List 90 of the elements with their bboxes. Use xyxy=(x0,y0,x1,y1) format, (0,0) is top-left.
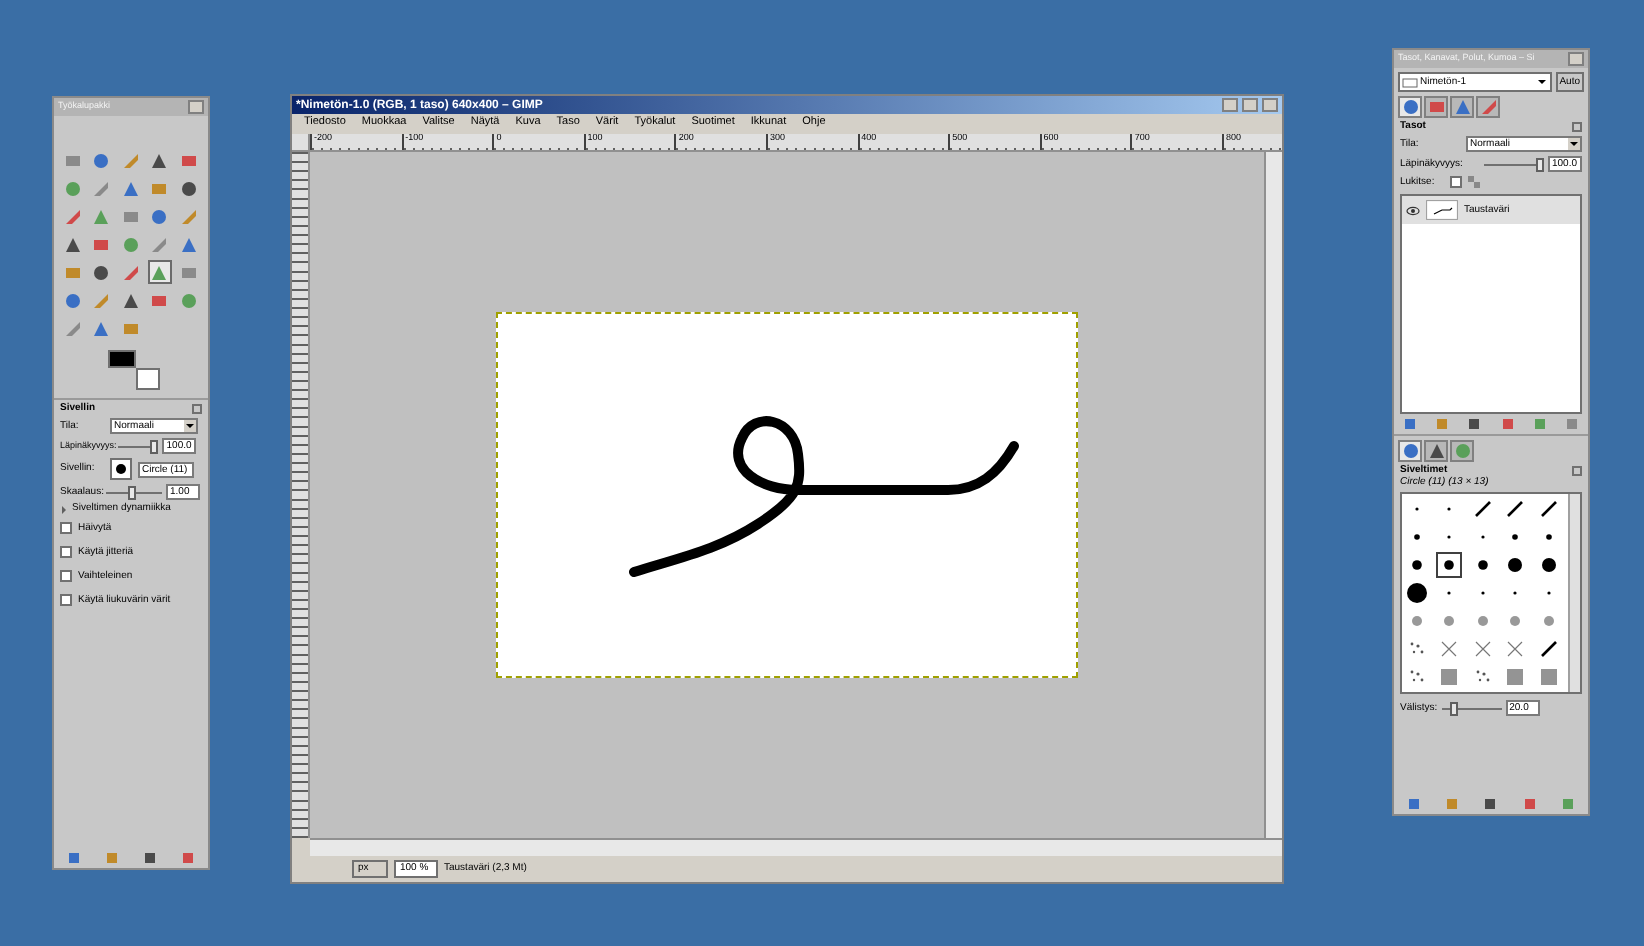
panel-menu-button[interactable] xyxy=(1572,122,1582,132)
dock-tab[interactable] xyxy=(1424,440,1448,462)
horizontal-scrollbar[interactable] xyxy=(310,838,1282,856)
brush-icon xyxy=(1471,498,1494,520)
dock-tab[interactable] xyxy=(1450,96,1474,118)
checkbox[interactable] xyxy=(60,546,72,558)
slider-thumb[interactable] xyxy=(1536,157,1544,171)
background-color-swatch[interactable] xyxy=(136,368,160,390)
brush-icon xyxy=(1537,666,1560,688)
dropdown-arrow-icon xyxy=(184,420,196,432)
tool-button[interactable] xyxy=(60,288,84,312)
square-icon xyxy=(1468,418,1481,430)
brush-icon xyxy=(1438,638,1461,660)
close-button[interactable] xyxy=(1262,98,1278,112)
square-icon xyxy=(1407,798,1420,810)
square-icon xyxy=(1446,798,1459,810)
brush-swatch[interactable] xyxy=(1502,664,1529,690)
close-button[interactable] xyxy=(188,100,204,114)
dock-tab[interactable] xyxy=(1398,96,1422,118)
brush-icon xyxy=(1471,638,1494,660)
square-icon xyxy=(1436,418,1449,430)
panel-action-button[interactable] xyxy=(65,850,82,866)
brush-icon xyxy=(1438,666,1461,688)
panel-action-button[interactable] xyxy=(1405,796,1422,812)
square-icon xyxy=(144,852,157,864)
brush-icon xyxy=(1504,638,1527,660)
brush-preview[interactable] xyxy=(110,458,132,480)
brush-swatch[interactable] xyxy=(1436,664,1463,690)
slider-thumb[interactable] xyxy=(150,439,159,453)
panel-menu-button[interactable] xyxy=(1572,466,1582,476)
dock-tab[interactable] xyxy=(1476,96,1500,118)
lock-checkbox[interactable] xyxy=(1450,176,1462,188)
slider-thumb[interactable] xyxy=(1449,701,1458,715)
tool-button[interactable] xyxy=(176,176,201,200)
panel-action-button[interactable] xyxy=(1521,796,1538,812)
dock-tab[interactable] xyxy=(1398,440,1422,462)
vertical-scrollbar[interactable] xyxy=(1568,494,1580,692)
foreground-color-swatch[interactable] xyxy=(108,350,136,368)
slider-thumb[interactable] xyxy=(127,485,136,499)
square-icon xyxy=(1484,798,1497,810)
brush-dot-icon xyxy=(116,464,126,474)
expander-arrow-icon xyxy=(60,505,68,513)
panel-action-button[interactable] xyxy=(142,850,159,866)
image-thumbnail-icon xyxy=(1402,77,1418,87)
vertical-scrollbar[interactable] xyxy=(1264,152,1282,838)
slider[interactable] xyxy=(118,439,159,453)
tool-button[interactable] xyxy=(89,260,114,284)
layer-thumbnail xyxy=(1426,200,1458,220)
brush-icon xyxy=(1504,666,1527,688)
square-icon xyxy=(1533,418,1546,430)
panel-menu-button[interactable] xyxy=(192,404,202,414)
dropdown-arrow-icon xyxy=(1568,138,1580,150)
checker-icon xyxy=(1468,176,1480,188)
dock-tab[interactable] xyxy=(1424,96,1448,118)
brush-swatch[interactable] xyxy=(1436,552,1463,578)
brush-icon xyxy=(1504,554,1527,576)
checkbox[interactable] xyxy=(60,522,72,534)
square-icon xyxy=(1562,798,1575,810)
square-icon xyxy=(1523,798,1536,810)
square-icon xyxy=(182,852,195,864)
square-icon xyxy=(67,852,80,864)
brush-icon xyxy=(1406,582,1428,604)
brush-swatch[interactable] xyxy=(1404,580,1430,606)
checkbox[interactable] xyxy=(60,594,72,606)
tool-button[interactable] xyxy=(147,260,172,284)
tool-button[interactable] xyxy=(89,148,114,172)
slider[interactable] xyxy=(1484,157,1544,171)
brush-icon xyxy=(1406,554,1428,576)
brush-icon xyxy=(1504,498,1527,520)
checkbox[interactable] xyxy=(60,570,72,582)
minimize-button[interactable] xyxy=(1222,98,1238,112)
square-icon xyxy=(1501,418,1514,430)
panel-action-button[interactable] xyxy=(180,850,197,866)
dropdown-arrow-icon xyxy=(1535,76,1548,88)
panel-action-button[interactable] xyxy=(1482,796,1499,812)
maximize-button[interactable] xyxy=(1242,98,1258,112)
brush-swatch[interactable] xyxy=(1502,496,1529,522)
close-button[interactable] xyxy=(1568,52,1584,66)
square-icon xyxy=(1404,418,1417,430)
brush-icon xyxy=(1537,638,1560,660)
panel-action-button[interactable] xyxy=(1402,416,1419,432)
square-icon xyxy=(1565,418,1578,430)
panel-action-button[interactable] xyxy=(1499,416,1516,432)
square-icon xyxy=(105,852,118,864)
brush-swatch[interactable] xyxy=(1535,664,1562,690)
panel-action-button[interactable] xyxy=(1466,416,1483,432)
brush-icon xyxy=(1537,498,1560,520)
brush-icon xyxy=(1406,610,1428,632)
tool-button[interactable] xyxy=(147,204,172,228)
brush-icon xyxy=(1537,554,1560,576)
